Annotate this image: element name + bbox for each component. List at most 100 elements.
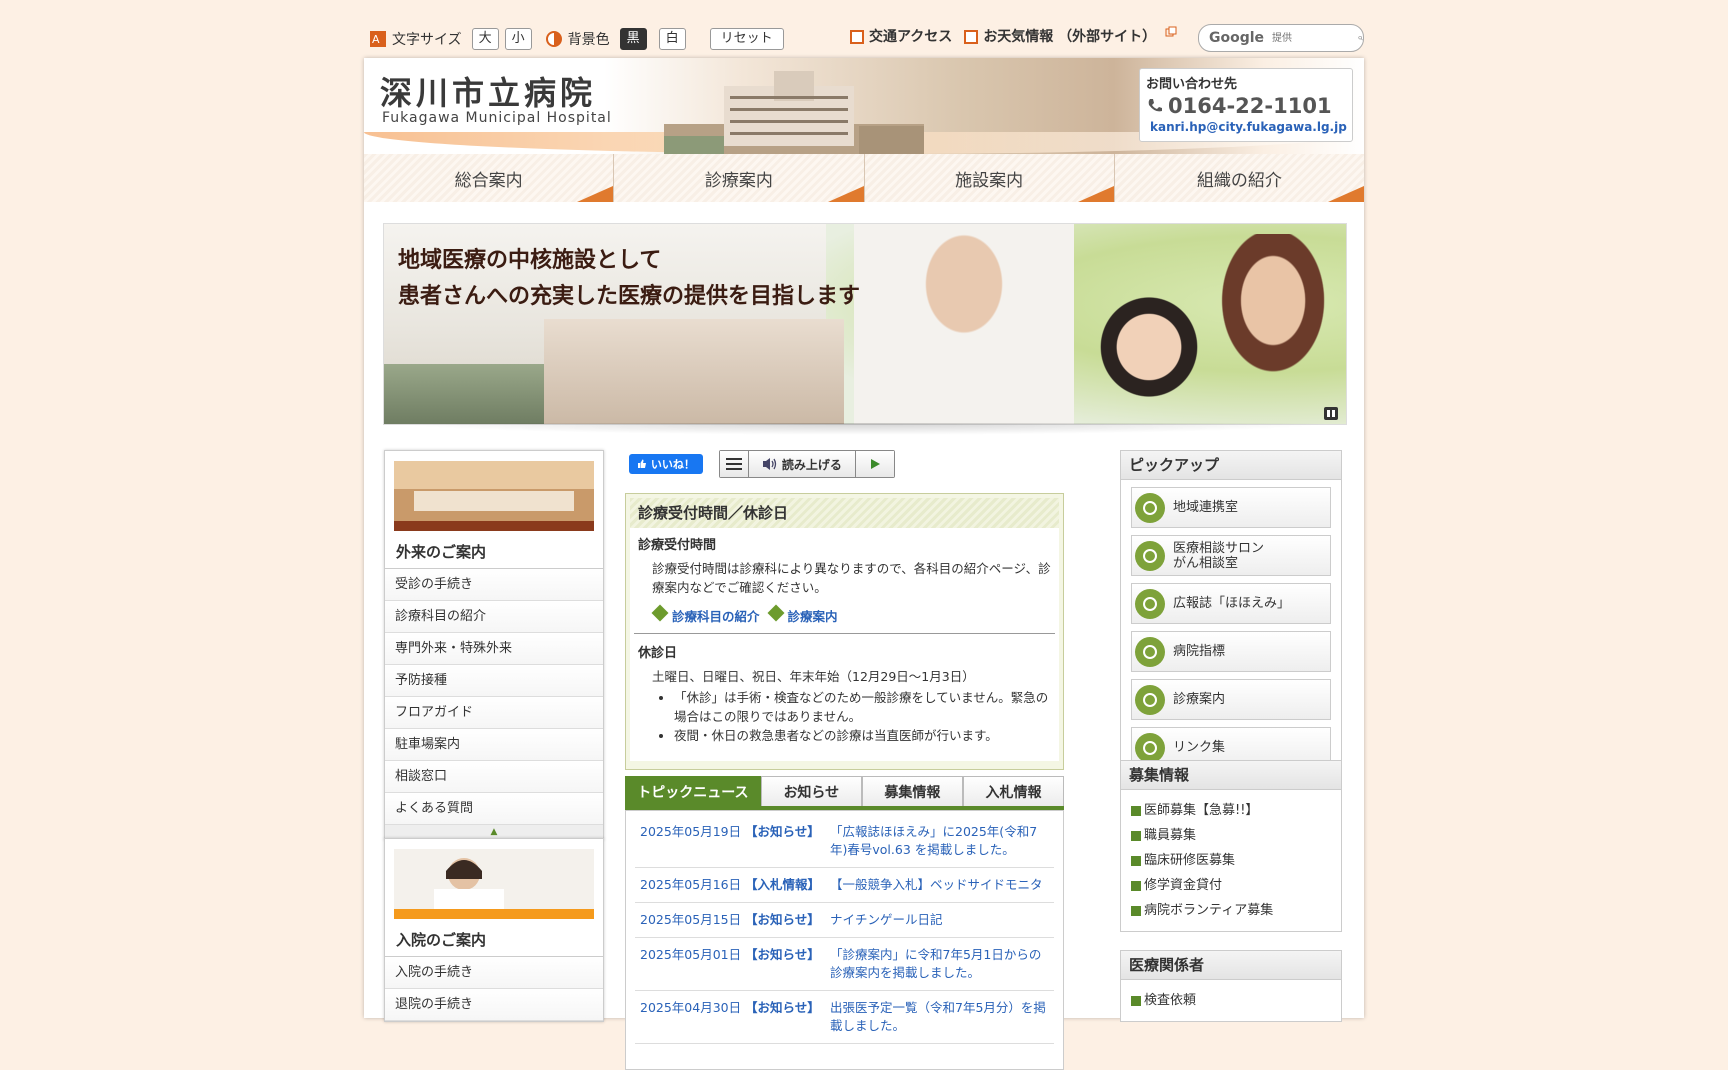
divider — [634, 633, 1055, 634]
search-input[interactable] — [1270, 31, 1351, 45]
top-links: 交通アクセス お天気情報 （外部サイト） — [850, 26, 1177, 46]
hero-banner: 地域医療の中核施設として 患者さんへの充実した医療の提供を目指します — [383, 223, 1347, 425]
medical-professionals-box: 医療関係者 検査依頼 — [1120, 950, 1342, 1022]
outpatient-item[interactable]: よくある質問 — [385, 793, 603, 825]
outpatient-item[interactable]: 専門外来・特殊外来 — [385, 633, 603, 665]
outpatient-menu: 外来のご案内 受診の手続き 診療科目の紹介 専門外来・特殊外来 予防接種 フロア… — [384, 450, 604, 840]
facebook-like-button[interactable]: いいね！ — [629, 454, 703, 474]
search-icon[interactable] — [1358, 31, 1363, 45]
hamburger-icon — [725, 458, 742, 470]
read-aloud-button[interactable]: 読み上げる — [748, 451, 856, 477]
nav-facility-info[interactable]: 施設案内 — [864, 154, 1115, 202]
pickup-box: ピックアップ 地域連携室 医療相談サロン がん相談室 広報誌「ほほえみ」 病院指… — [1120, 450, 1342, 776]
hero-copy: 地域医療の中核施設として 患者さんへの充実した医療の提供を目指します — [398, 242, 860, 314]
nav-organization[interactable]: 組織の紹介 — [1114, 154, 1364, 202]
font-size-label: 文字サイズ — [392, 32, 462, 48]
recruit-box: 募集情報 医師募集【急募!!】 職員募集 臨床研修医募集 修学資金貸付 病院ボラ… — [1120, 760, 1342, 932]
inpatient-title: 入院のご案内 — [385, 923, 603, 957]
outpatient-title: 外来のご案内 — [385, 535, 603, 569]
tab-bidding[interactable]: 入札情報 — [962, 776, 1064, 806]
speaker-icon — [762, 458, 776, 470]
font-small-button[interactable]: 小 — [504, 28, 532, 50]
closed-days-text: 土曜日、日曜日、祝日、年末年始（12月29日～1月3日） — [652, 669, 975, 684]
corner-decoration — [1077, 186, 1114, 202]
outpatient-item[interactable]: 駐車場案内 — [385, 729, 603, 761]
weather-link[interactable]: お天気情報 （外部サイト） — [964, 26, 1177, 46]
link-icon — [1135, 492, 1165, 523]
svg-text:A: A — [372, 33, 380, 46]
contact-box: お問い合わせ先 0164-22-1101 kanri.hp@city.fukag… — [1139, 68, 1353, 142]
news-list: 2025年05月19日 【お知らせ】 「広報誌ほほえみ」に2025年(令和7年)春号… — [625, 810, 1064, 1070]
hero-line-2: 患者さんへの充実した医療の提供を目指します — [398, 283, 861, 309]
corner-decoration — [1328, 186, 1364, 202]
consultation-hours-box: 診療受付時間／休診日 診療受付時間 診療受付時間は診療科により異なりますので、各… — [625, 493, 1064, 770]
hero-grandmother — [1184, 234, 1346, 424]
corner-decoration — [577, 186, 614, 202]
hours-links: 診療科目の紹介 診療案内 — [651, 604, 1051, 625]
pickup-consultation-salon[interactable]: 医療相談サロン がん相談室 — [1131, 535, 1331, 576]
hours-title: 診療受付時間／休診日 — [630, 498, 1059, 528]
chain-link-icon — [1135, 732, 1165, 763]
collapse-toggle[interactable]: ▲ — [385, 825, 603, 839]
tab-topic-news[interactable]: トピックニュース — [625, 776, 761, 806]
reader-menu-button[interactable] — [719, 451, 749, 477]
reception-hours-text: 診療受付時間は診療科により異なりますので、各科目の紹介ページ、診療案内などでご確… — [652, 561, 1051, 595]
recruit-item[interactable]: 病院ボランティア募集 — [1131, 898, 1331, 923]
outpatient-item[interactable]: 受診の手続き — [385, 569, 603, 601]
news-item[interactable]: 2025年04月30日 【お知らせ】 出張医予定一覧（令和7年5月分）を掲載しました… — [635, 991, 1054, 1044]
outpatient-photo — [394, 461, 594, 531]
access-link[interactable]: 交通アクセス — [850, 26, 952, 46]
consultation-guide-link[interactable]: 診療案内 — [767, 604, 838, 625]
news-item[interactable]: 2025年05月19日 【お知らせ】 「広報誌ほほえみ」に2025年(令和7年)春号… — [635, 815, 1054, 868]
arrow-diamond-icon — [651, 604, 669, 622]
arrow-diamond-icon — [767, 604, 785, 622]
nav-general-info[interactable]: 総合案内 — [364, 154, 615, 202]
email-link[interactable]: kanri.hp@city.fukagawa.lg.jp — [1146, 120, 1347, 134]
pickup-consultation-guide[interactable]: 診療案内 — [1131, 679, 1331, 720]
reception-hours-heading: 診療受付時間 — [638, 538, 717, 553]
play-button[interactable] — [855, 451, 894, 477]
pickup-newsletter[interactable]: 広報誌「ほほえみ」 — [1131, 583, 1331, 624]
bg-black-button[interactable]: 黒 — [619, 28, 647, 50]
outpatient-item[interactable]: フロアガイド — [385, 697, 603, 729]
news-item[interactable]: 2025年05月15日 【お知らせ】 ナイチンゲール日記 — [635, 903, 1054, 938]
recruit-item[interactable]: 職員募集 — [1131, 823, 1331, 848]
social-tools: いいね！ 読み上げる — [629, 450, 895, 478]
news-item[interactable]: 2025年05月16日 【入札情報】 【一般競争入札】ベッドサイドモニタ — [635, 868, 1054, 903]
tab-notices[interactable]: お知らせ — [760, 776, 862, 806]
hero-shadow — [394, 423, 1334, 435]
note-item: 「休診」は手術・検査などのため一般診療をしていません。緊急の場合はこの限りではあ… — [674, 688, 1051, 726]
recruit-item[interactable]: 臨床研修医募集 — [1131, 848, 1331, 873]
nav-medical-info[interactable]: 診療案内 — [614, 154, 865, 202]
background-color-label: 背景色 — [567, 32, 610, 48]
main-nav: 総合案内 診療案内 施設案内 組織の紹介 — [364, 154, 1364, 202]
external-link-icon — [1165, 26, 1177, 37]
medical-item[interactable]: 検査依頼 — [1131, 988, 1331, 1013]
hospital-logo-jp[interactable]: 深川市立病院 — [380, 68, 596, 114]
hero-grandfather — [854, 224, 1074, 424]
closed-days-notes: 「休診」は手術・検査などのため一般診療をしていません。緊急の場合はこの限りではあ… — [638, 688, 1051, 745]
pickup-hospital-indicators[interactable]: 病院指標 — [1131, 631, 1331, 672]
recruit-title: 募集情報 — [1121, 761, 1341, 790]
site-header: 深川市立病院 Fukagawa Municipal Hospital お問い合わ… — [364, 58, 1364, 154]
recruit-item[interactable]: 修学資金貸付 — [1131, 873, 1331, 898]
medical-list: 検査依頼 — [1121, 980, 1341, 1021]
news-item[interactable]: 2025年05月01日 【お知らせ】 「診療案内」に令和7年5月1日からの診療案内を… — [635, 938, 1054, 991]
download-icon — [1135, 684, 1165, 715]
font-large-button[interactable]: 大 — [471, 28, 499, 50]
reset-button[interactable]: リセット — [709, 28, 784, 50]
inpatient-item[interactable]: 退院の手続き — [385, 989, 603, 1021]
outpatient-item[interactable]: 相談窓口 — [385, 761, 603, 793]
recruit-item[interactable]: 医師募集【急募!!】 — [1131, 798, 1331, 823]
phone-number[interactable]: 0164-22-1101 — [1146, 94, 1346, 118]
slideshow-pause-button[interactable] — [1324, 407, 1338, 420]
tab-recruitment[interactable]: 募集情報 — [861, 776, 963, 806]
pickup-regional-liaison[interactable]: 地域連携室 — [1131, 487, 1331, 528]
outpatient-item[interactable]: 診療科目の紹介 — [385, 601, 603, 633]
site-search[interactable]: Google — [1198, 24, 1364, 52]
outpatient-item[interactable]: 予防接種 — [385, 665, 603, 697]
bg-white-button[interactable]: 白 — [658, 28, 686, 50]
square-bullet-icon — [964, 30, 979, 44]
department-link[interactable]: 診療科目の紹介 — [651, 604, 760, 625]
inpatient-item[interactable]: 入院の手続き — [385, 957, 603, 989]
